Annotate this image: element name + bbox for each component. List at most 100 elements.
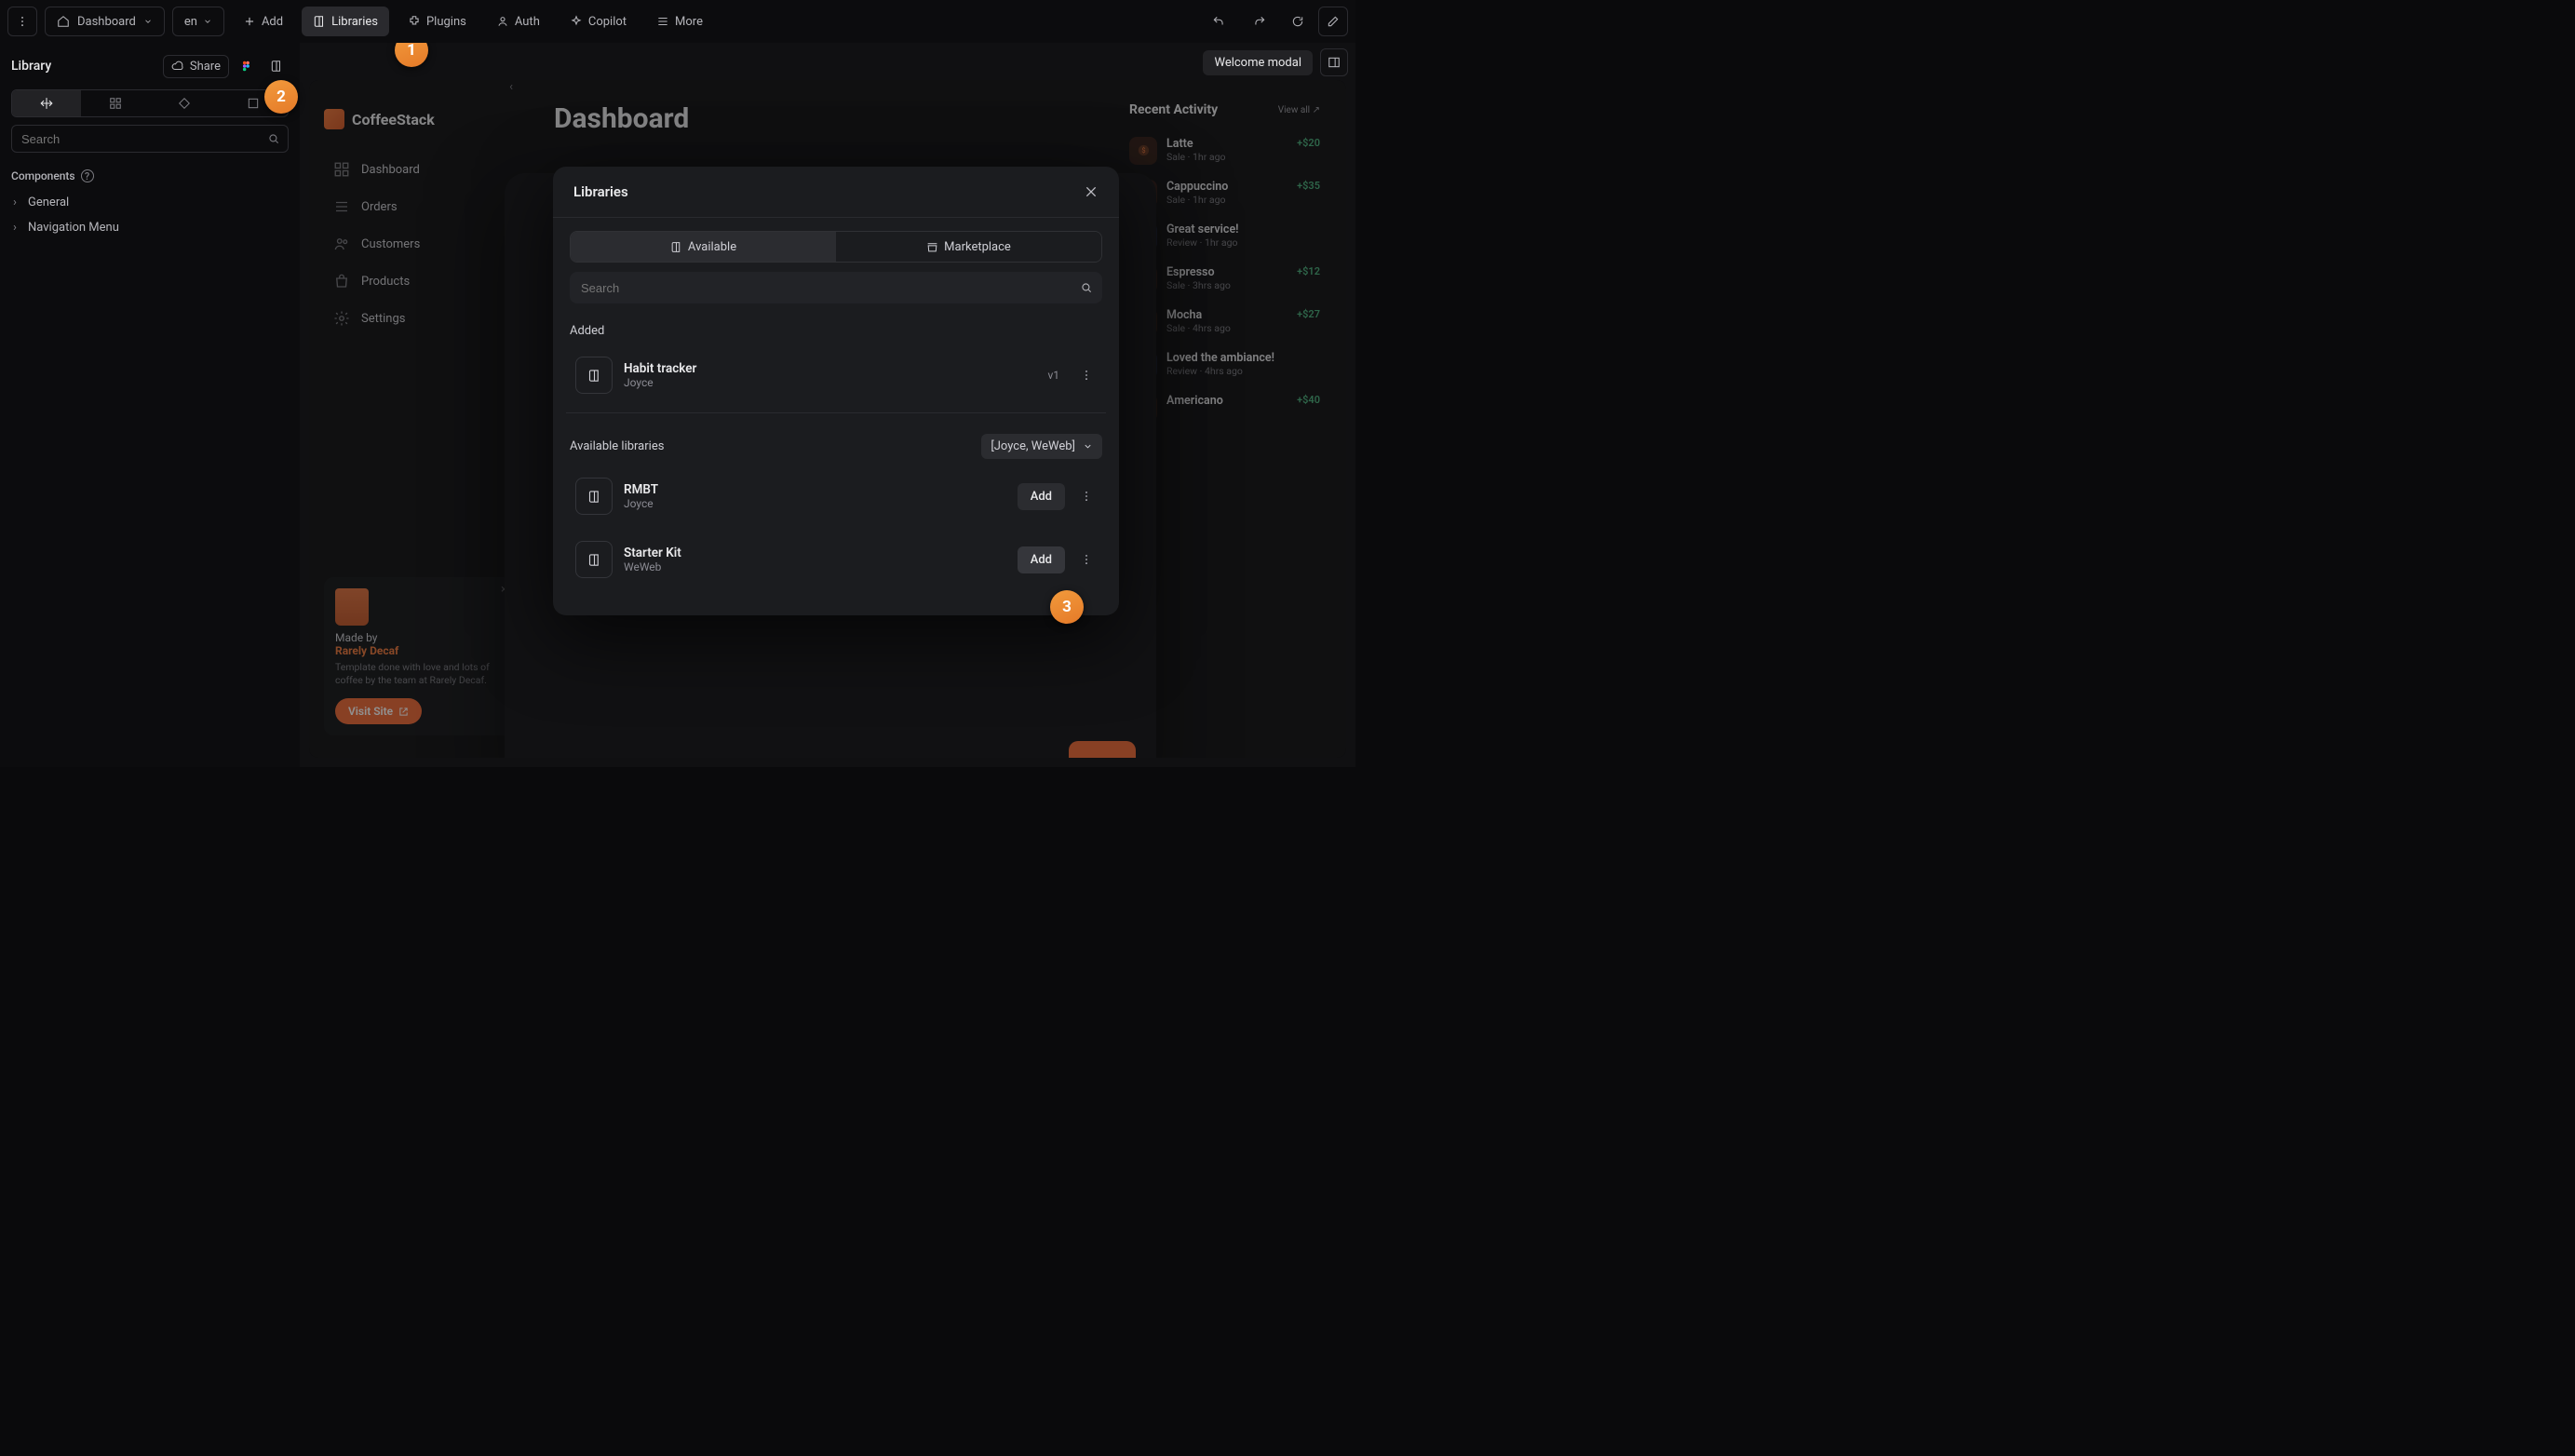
users-icon xyxy=(333,236,350,252)
panel-right-icon xyxy=(1328,56,1341,69)
library-row-available: Starter Kit WeWeb Add xyxy=(570,528,1102,591)
library-search-input[interactable] xyxy=(579,280,1080,296)
activity-amount: +$20 xyxy=(1297,137,1320,165)
close-button[interactable] xyxy=(1084,184,1099,199)
menu-button[interactable] xyxy=(7,7,37,36)
page-selector[interactable]: Dashboard xyxy=(45,7,165,36)
activity-item[interactable]: $Americano+$40 xyxy=(1129,386,1320,429)
activity-item[interactable]: $EspressoSale · 3hrs ago+$12 xyxy=(1129,258,1320,301)
tab-marketplace[interactable]: Marketplace xyxy=(836,232,1101,262)
activity-amount: +$35 xyxy=(1297,180,1320,208)
book-icon xyxy=(270,60,283,73)
library-icon xyxy=(575,478,613,515)
author-filter[interactable]: [Joyce, WeWeb] xyxy=(981,434,1102,459)
nav-orders[interactable]: Orders xyxy=(324,189,513,224)
collapse-sidebar-button[interactable]: ‹ xyxy=(509,80,513,94)
panel-mode-switch xyxy=(11,89,289,117)
activity-item[interactable]: Loved the ambiance!Review · 4hrs ago xyxy=(1129,344,1320,386)
redo-button[interactable] xyxy=(1242,7,1277,36)
activity-sub: Sale · 4hrs ago xyxy=(1166,322,1288,334)
copilot-label: Copilot xyxy=(588,15,627,29)
panel-toggle-button[interactable] xyxy=(1320,48,1348,76)
library-more-button[interactable] xyxy=(1076,365,1097,385)
nav-label: Orders xyxy=(361,200,398,214)
nav-label: Customers xyxy=(361,237,420,251)
added-section-header: Added xyxy=(570,324,1102,338)
refresh-icon xyxy=(1291,15,1304,28)
library-title: Library xyxy=(11,59,51,74)
more-button[interactable]: More xyxy=(645,7,714,36)
book-icon xyxy=(587,369,601,383)
tree-item-label: General xyxy=(28,195,69,209)
activity-title: Latte xyxy=(1166,137,1288,151)
copilot-button[interactable]: Copilot xyxy=(559,7,638,36)
store-icon xyxy=(926,241,938,253)
book-icon xyxy=(587,490,601,504)
grid-icon xyxy=(333,161,350,178)
activity-title: Loved the ambiance! xyxy=(1166,351,1311,365)
mode-move[interactable] xyxy=(12,90,81,116)
activity-amount: +$27 xyxy=(1297,308,1320,336)
page-title: Dashboard xyxy=(554,102,1107,135)
auth-button[interactable]: Auth xyxy=(485,7,551,36)
welcome-primary-button[interactable] xyxy=(1069,741,1136,758)
tree-item-general[interactable]: › General xyxy=(11,190,289,215)
chevron-down-icon xyxy=(143,15,153,28)
tab-available[interactable]: Available xyxy=(571,232,836,262)
share-label: Share xyxy=(190,60,221,74)
nav-products[interactable]: Products xyxy=(324,263,513,299)
figma-link-button[interactable] xyxy=(235,54,259,78)
undo-button[interactable] xyxy=(1201,7,1236,36)
madeby-brand: Rarely Decaf xyxy=(335,644,398,657)
figma-icon xyxy=(240,60,253,73)
plugins-button[interactable]: Plugins xyxy=(397,7,478,36)
add-library-button[interactable]: Add xyxy=(1018,483,1065,510)
libraries-label: Libraries xyxy=(331,15,378,29)
auth-label: Auth xyxy=(515,15,540,29)
language-selector[interactable]: en xyxy=(172,7,224,36)
panel-search-input[interactable] xyxy=(20,131,262,147)
activity-item[interactable]: $CappuccinoSale · 1hr ago+$35 xyxy=(1129,172,1320,215)
tab-label: Marketplace xyxy=(944,240,1011,254)
activity-item[interactable]: $LatteSale · 1hr ago+$20 xyxy=(1129,129,1320,172)
share-button[interactable]: Share xyxy=(163,55,229,78)
help-icon[interactable]: ? xyxy=(81,169,94,182)
dots-vertical-icon xyxy=(1080,490,1093,503)
close-icon xyxy=(1084,184,1099,199)
recent-activity-title: Recent Activity xyxy=(1129,102,1218,118)
nav-customers[interactable]: Customers xyxy=(324,226,513,262)
view-all-link[interactable]: View all ↗ xyxy=(1278,105,1320,115)
libraries-button[interactable]: Libraries xyxy=(302,7,389,36)
activity-sub: Sale · 1hr ago xyxy=(1166,194,1288,206)
page-selector-label: Dashboard xyxy=(77,15,136,29)
activity-amount: +$12 xyxy=(1297,265,1320,293)
user-icon xyxy=(496,15,509,28)
activity-sub: Sale · 3hrs ago xyxy=(1166,279,1288,291)
welcome-modal-label[interactable]: Welcome modal xyxy=(1203,50,1313,75)
panel-search[interactable] xyxy=(11,125,289,153)
preview-sidebar: ‹ CoffeeStack Dashboard Orders xyxy=(309,80,528,758)
nav-dashboard[interactable]: Dashboard xyxy=(324,152,513,187)
mode-components[interactable] xyxy=(150,90,219,116)
bag-icon xyxy=(333,273,350,290)
library-more-button[interactable] xyxy=(1076,486,1097,506)
library-more-button[interactable] xyxy=(1076,549,1097,570)
add-library-button[interactable]: Add xyxy=(1018,546,1065,573)
visit-site-button[interactable]: Visit Site xyxy=(335,698,422,724)
edit-button[interactable] xyxy=(1318,7,1348,36)
list-icon xyxy=(656,15,669,28)
activity-item[interactable]: $MochaSale · 4hrs ago+$27 xyxy=(1129,301,1320,344)
activity-item[interactable]: Great service!Review · 1hr ago xyxy=(1129,215,1320,258)
activity-title: Great service! xyxy=(1166,222,1311,236)
mode-grid[interactable] xyxy=(81,90,150,116)
madeby-text: Made by Rarely Decaf xyxy=(335,631,502,657)
library-author: Joyce xyxy=(624,497,1006,510)
add-button[interactable]: Add xyxy=(232,7,294,36)
nav-settings[interactable]: Settings xyxy=(324,301,513,336)
external-link-icon: ↗ xyxy=(1313,105,1320,115)
tree-item-nav-menu[interactable]: › Navigation Menu xyxy=(11,215,289,240)
library-search[interactable] xyxy=(570,272,1102,303)
book-link-button[interactable] xyxy=(264,54,289,78)
grid-icon xyxy=(109,97,122,110)
refresh-button[interactable] xyxy=(1283,7,1313,36)
